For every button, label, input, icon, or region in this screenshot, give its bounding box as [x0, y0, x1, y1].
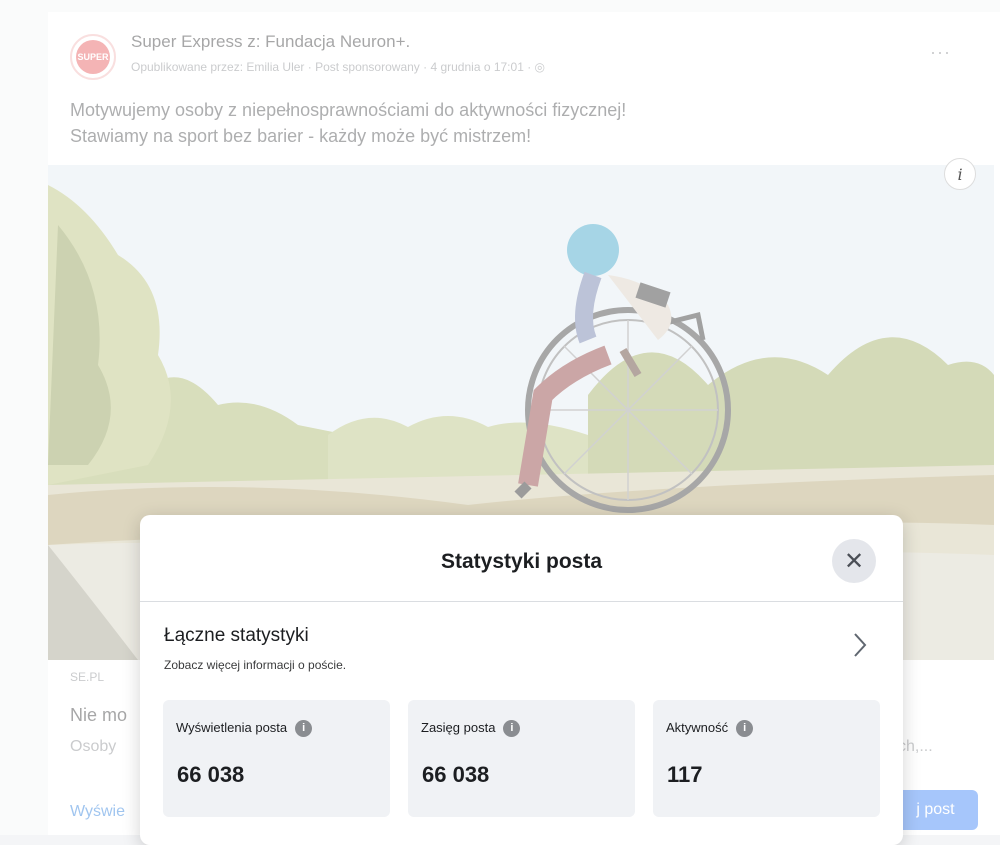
stat-label: Wyświetlenia posta i [176, 720, 313, 738]
info-icon[interactable]: i [736, 720, 754, 738]
avatar-logo: SUPER [76, 40, 110, 74]
link-description-tail: ch,... [898, 738, 933, 755]
stat-label: Aktywność i [666, 720, 754, 738]
total-stats-title[interactable]: Łączne statystyki [164, 625, 309, 647]
stat-value: 117 [667, 762, 703, 787]
chevron-right-icon[interactable] [852, 632, 868, 658]
post-text-line: Stawiamy na sport bez barier - każdy moż… [70, 126, 532, 146]
more-options-icon[interactable]: ··· [930, 42, 951, 63]
stat-value: 66 038 [422, 762, 490, 787]
page-avatar[interactable]: SUPER [70, 34, 116, 80]
boost-post-button[interactable]: j post [893, 790, 978, 830]
stat-card-reach: Zasięg posta i 66 038 [408, 700, 635, 817]
page-name-link[interactable]: Super Express z: Fundacja Neuron+. [131, 32, 410, 52]
post-text: Motywujemy osoby z niepełnosprawnościami… [70, 97, 950, 149]
stat-label-text: Wyświetlenia posta [176, 720, 288, 735]
divider [140, 601, 903, 602]
stat-card-impressions: Wyświetlenia posta i 66 038 [163, 700, 390, 817]
show-insights-link[interactable]: Wyświe [70, 803, 125, 821]
link-title[interactable]: Nie mo [70, 705, 127, 726]
link-source: SE.PL [70, 670, 105, 684]
info-icon[interactable]: i [503, 720, 521, 738]
post-meta-text: Opublikowane przez: Emilia Uler · Post s… [131, 60, 532, 74]
info-icon[interactable]: i [295, 720, 313, 738]
globe-icon: ◎ [534, 60, 546, 74]
stat-label: Zasięg posta i [421, 720, 521, 738]
close-icon[interactable]: ✕ [832, 539, 876, 583]
post-stats-dialog: Statystyki posta ✕ Łączne statystyki Zob… [140, 515, 903, 845]
stat-label-text: Zasięg posta [421, 720, 496, 735]
stat-card-engagement: Aktywność i 117 [653, 700, 880, 817]
photo-info-button[interactable]: i [944, 158, 976, 190]
post-meta: Opublikowane przez: Emilia Uler · Post s… [131, 60, 545, 74]
post-text-line: Motywujemy osoby z niepełnosprawnościami… [70, 100, 627, 120]
stat-label-text: Aktywność [666, 720, 729, 735]
dialog-title: Statystyki posta [440, 550, 603, 573]
total-stats-subtitle: Zobacz więcej informacji o poście. [164, 658, 347, 672]
link-description: Osoby [70, 738, 117, 755]
stat-value: 66 038 [177, 762, 245, 787]
